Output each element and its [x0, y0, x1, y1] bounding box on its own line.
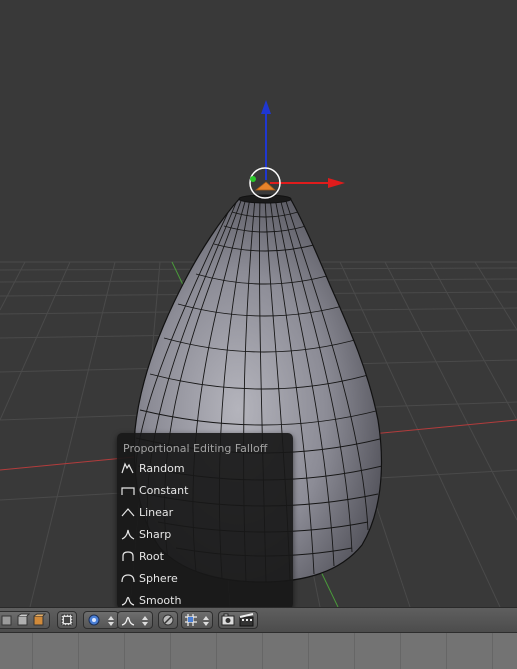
- dropdown-arrows-icon: [201, 614, 211, 628]
- menu-item-label: Sharp: [139, 527, 172, 541]
- timeline-strip[interactable]: [0, 632, 517, 669]
- snap-increment-icon: [184, 613, 198, 627]
- timeline-tick: [308, 633, 309, 669]
- menu-item-label: Smooth: [139, 593, 182, 607]
- timeline-tick: [124, 633, 125, 669]
- vertex-select-mode-icon[interactable]: [0, 613, 14, 627]
- timeline-tick: [492, 633, 493, 669]
- falloff-dropdown-button[interactable]: [117, 611, 153, 629]
- viewport-header: [0, 607, 517, 632]
- menu-item-label: Sphere: [139, 571, 178, 585]
- sphere-falloff-icon: [120, 572, 136, 584]
- smooth-falloff-icon: [120, 594, 136, 606]
- falloff-smooth-icon: [121, 613, 135, 627]
- menu-item-constant[interactable]: Constant: [117, 479, 293, 501]
- menu-item-label: Random: [139, 461, 185, 475]
- menu-item-label: Linear: [139, 505, 174, 519]
- menu-item-root[interactable]: Root: [117, 545, 293, 567]
- z-axis-arrow-icon[interactable]: [261, 100, 271, 114]
- timeline-tick: [216, 633, 217, 669]
- menu-item-label: Constant: [139, 483, 189, 497]
- menu-item-linear[interactable]: Linear: [117, 501, 293, 523]
- proportional-editing-button[interactable]: [83, 611, 119, 629]
- y-axis-handle-icon[interactable]: [250, 176, 256, 182]
- render-animation-icon[interactable]: [239, 613, 255, 627]
- render-buttons-group: [218, 611, 258, 629]
- timeline-tick: [32, 633, 33, 669]
- timeline-tick: [262, 633, 263, 669]
- menu-item-label: Root: [139, 549, 164, 563]
- sharp-falloff-icon: [120, 528, 136, 540]
- snap-element-dropdown[interactable]: [181, 611, 213, 629]
- limit-selection-to-visible-icon: [60, 613, 74, 627]
- linear-falloff-icon: [120, 506, 136, 518]
- menu-title: Proportional Editing Falloff: [123, 442, 268, 455]
- timeline-tick: [78, 633, 79, 669]
- constant-falloff-icon: [120, 484, 136, 496]
- timeline-tick: [170, 633, 171, 669]
- dropdown-arrows-icon: [106, 614, 116, 628]
- select-mode-group: [0, 611, 50, 629]
- dropdown-arrows-icon: [140, 614, 150, 628]
- snap-magnet-icon: [161, 613, 175, 627]
- timeline-tick: [446, 633, 447, 669]
- snap-toggle-button[interactable]: [158, 611, 178, 629]
- menu-item-random[interactable]: Random: [117, 457, 293, 479]
- timeline-tick: [354, 633, 355, 669]
- menu-item-sphere[interactable]: Sphere: [117, 567, 293, 589]
- proportional-editing-icon: [87, 613, 101, 627]
- edge-select-mode-icon[interactable]: [16, 613, 30, 627]
- random-falloff-icon: [120, 462, 136, 474]
- face-select-mode-icon[interactable]: [32, 613, 46, 627]
- limit-selection-to-visible-button[interactable]: [57, 611, 77, 629]
- x-axis-arrow-icon[interactable]: [328, 178, 345, 188]
- proportional-falloff-menu: Proportional Editing Falloff Random Cons…: [117, 433, 293, 609]
- timeline-tick: [400, 633, 401, 669]
- menu-item-sharp[interactable]: Sharp: [117, 523, 293, 545]
- render-opengl-icon[interactable]: [221, 613, 237, 627]
- root-falloff-icon: [120, 550, 136, 562]
